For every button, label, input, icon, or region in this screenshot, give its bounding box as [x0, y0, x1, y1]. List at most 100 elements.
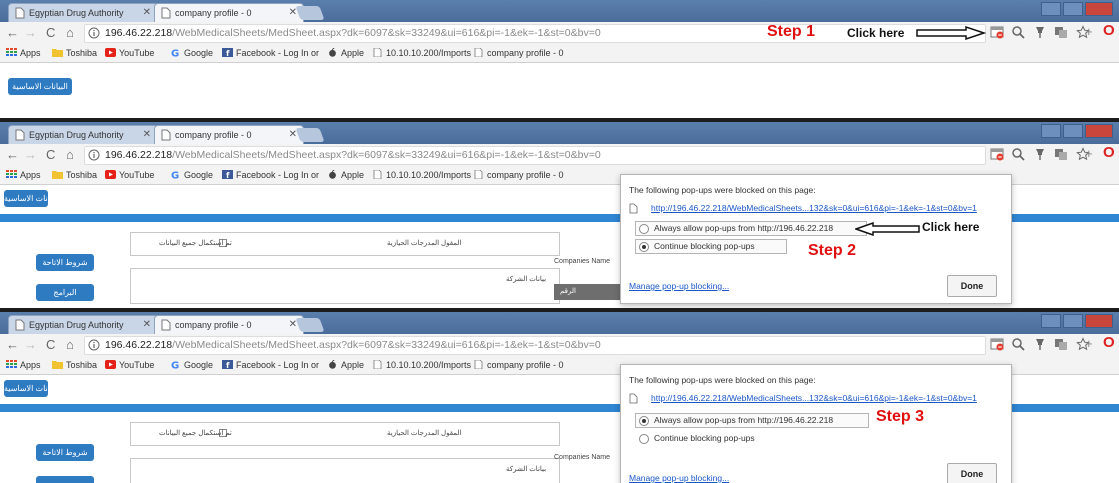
minimize-button[interactable]: [1041, 124, 1061, 138]
translate-icon[interactable]: [1054, 147, 1068, 161]
basic-data-button[interactable]: البيانات الاساسية: [8, 78, 72, 95]
opera-icon[interactable]: O: [1103, 334, 1115, 351]
opera-icon[interactable]: O: [1103, 22, 1115, 39]
bookmark-apps[interactable]: Apps: [6, 44, 41, 62]
window-close-button[interactable]: [1085, 2, 1113, 16]
magnifier-icon[interactable]: [1011, 25, 1026, 39]
blocked-popup-link[interactable]: http://196.46.22.218/WebMedicalSheets...…: [651, 393, 1006, 403]
bookmark-facebook[interactable]: f Facebook - Log In or: [222, 166, 319, 184]
bookmark-youtube[interactable]: YouTube: [105, 44, 154, 62]
tab-company-profile[interactable]: company profile - 0 ✕: [154, 3, 304, 22]
bookmark-imports[interactable]: 10.10.10.200/Imports: [372, 44, 471, 62]
maximize-button[interactable]: [1063, 314, 1083, 328]
done-button[interactable]: Done: [947, 275, 997, 297]
bookmark-google[interactable]: G Google: [170, 166, 213, 184]
home-icon[interactable]: ⌂: [66, 147, 74, 162]
reload-icon[interactable]: C: [46, 147, 55, 162]
bookmark-facebook[interactable]: f Facebook - Log In or: [222, 44, 319, 62]
bookmark-toshiba[interactable]: Toshiba: [52, 44, 97, 62]
blocked-popup-icon[interactable]: [990, 147, 1004, 161]
always-allow-option[interactable]: Always allow pop-ups from http://196.46.…: [635, 413, 869, 428]
info-icon[interactable]: [88, 27, 100, 39]
close-icon[interactable]: ✕: [143, 316, 151, 334]
extension-plus-icon[interactable]: +: [1085, 24, 1093, 39]
bookmark-facebook[interactable]: f Facebook - Log In or: [222, 356, 319, 374]
back-arrow-icon[interactable]: ←: [6, 25, 19, 40]
continue-blocking-option[interactable]: Continue blocking pop-ups: [635, 431, 787, 446]
translate-icon[interactable]: [1054, 25, 1068, 39]
bookmark-toshiba[interactable]: Toshiba: [52, 356, 97, 374]
tab-egyptian-drug-authority[interactable]: Egyptian Drug Authority ✕: [8, 3, 158, 22]
continue-blocking-radio[interactable]: [639, 434, 649, 444]
close-icon[interactable]: ✕: [143, 4, 151, 22]
basic-data-button[interactable]: البيانات الاساسية: [4, 380, 48, 397]
window-close-button[interactable]: [1085, 124, 1113, 138]
terms-button[interactable]: شروط الاتاحة: [36, 444, 94, 461]
terms-button[interactable]: شروط الاتاحة: [36, 254, 94, 271]
info-icon[interactable]: [88, 339, 100, 351]
new-tab-button[interactable]: [295, 6, 325, 20]
home-icon[interactable]: ⌂: [66, 337, 74, 352]
bookmark-youtube[interactable]: YouTube: [105, 166, 154, 184]
maximize-button[interactable]: [1063, 2, 1083, 16]
address-bar[interactable]: 196.46.22.218/WebMedicalSheets/MedSheet.…: [84, 146, 986, 165]
blocked-popup-icon[interactable]: [990, 25, 1004, 39]
bookmark-google[interactable]: G Google: [170, 356, 213, 374]
close-icon[interactable]: ✕: [143, 126, 151, 144]
opera-icon[interactable]: O: [1103, 144, 1115, 161]
blocked-popup-link[interactable]: http://196.46.22.218/WebMedicalSheets...…: [651, 203, 1006, 213]
tab-company-profile[interactable]: company profile - 0 ✕: [154, 125, 304, 144]
forward-arrow-icon[interactable]: →: [24, 25, 37, 40]
window-close-button[interactable]: [1085, 314, 1113, 328]
magnifier-icon[interactable]: [1011, 147, 1026, 161]
bookmark-imports[interactable]: 10.10.10.200/Imports: [372, 356, 471, 374]
blocked-popup-icon[interactable]: [990, 337, 1004, 351]
bookmark-company-profile[interactable]: company profile - 0: [473, 356, 564, 374]
continue-blocking-option[interactable]: Continue blocking pop-ups: [635, 239, 787, 254]
bookmark-youtube[interactable]: YouTube: [105, 356, 154, 374]
translate-icon[interactable]: [1054, 337, 1068, 351]
pin-icon[interactable]: [1033, 337, 1047, 351]
programs-button[interactable]: البرامج: [36, 284, 94, 301]
tab-egyptian-drug-authority[interactable]: Egyptian Drug Authority ✕: [8, 315, 158, 334]
minimize-button[interactable]: [1041, 314, 1061, 328]
bookmark-google[interactable]: G Google: [170, 44, 213, 62]
always-allow-radio[interactable]: [639, 224, 649, 234]
manage-popup-blocking-link[interactable]: Manage pop-up blocking...: [629, 473, 729, 483]
back-arrow-icon[interactable]: ←: [6, 337, 19, 352]
reload-icon[interactable]: C: [46, 25, 55, 40]
pin-icon[interactable]: [1033, 147, 1047, 161]
new-tab-button[interactable]: [295, 128, 325, 142]
manage-popup-blocking-link[interactable]: Manage pop-up blocking...: [629, 281, 729, 291]
tab-egyptian-drug-authority[interactable]: Egyptian Drug Authority ✕: [8, 125, 158, 144]
reload-icon[interactable]: C: [46, 337, 55, 352]
pin-icon[interactable]: [1033, 25, 1047, 39]
always-allow-radio[interactable]: [639, 416, 649, 426]
new-tab-button[interactable]: [295, 318, 325, 332]
bookmark-company-profile[interactable]: company profile - 0: [473, 166, 564, 184]
bookmark-apple[interactable]: Apple: [327, 44, 364, 62]
tab-company-profile[interactable]: company profile - 0 ✕: [154, 315, 304, 334]
minimize-button[interactable]: [1041, 2, 1061, 16]
home-icon[interactable]: ⌂: [66, 25, 74, 40]
bookmark-apps[interactable]: Apps: [6, 166, 41, 184]
continue-blocking-radio[interactable]: [639, 242, 649, 252]
bookmark-toshiba[interactable]: Toshiba: [52, 166, 97, 184]
maximize-button[interactable]: [1063, 124, 1083, 138]
info-icon[interactable]: [88, 149, 100, 161]
always-allow-option[interactable]: Always allow pop-ups from http://196.46.…: [635, 221, 867, 236]
bookmark-company-profile[interactable]: company profile - 0: [473, 44, 564, 62]
programs-button[interactable]: [36, 476, 94, 483]
bookmark-apps[interactable]: Apps: [6, 356, 41, 374]
extension-plus-icon[interactable]: +: [1085, 336, 1093, 351]
basic-data-button[interactable]: البيانات الاساسية: [4, 190, 48, 207]
forward-arrow-icon[interactable]: →: [24, 337, 37, 352]
magnifier-icon[interactable]: [1011, 337, 1026, 351]
extension-plus-icon[interactable]: +: [1085, 146, 1093, 161]
address-bar[interactable]: 196.46.22.218/WebMedicalSheets/MedSheet.…: [84, 336, 986, 355]
done-button[interactable]: Done: [947, 463, 997, 483]
forward-arrow-icon[interactable]: →: [24, 147, 37, 162]
back-arrow-icon[interactable]: ←: [6, 147, 19, 162]
bookmark-apple[interactable]: Apple: [327, 166, 364, 184]
bookmark-imports[interactable]: 10.10.10.200/Imports: [372, 166, 471, 184]
